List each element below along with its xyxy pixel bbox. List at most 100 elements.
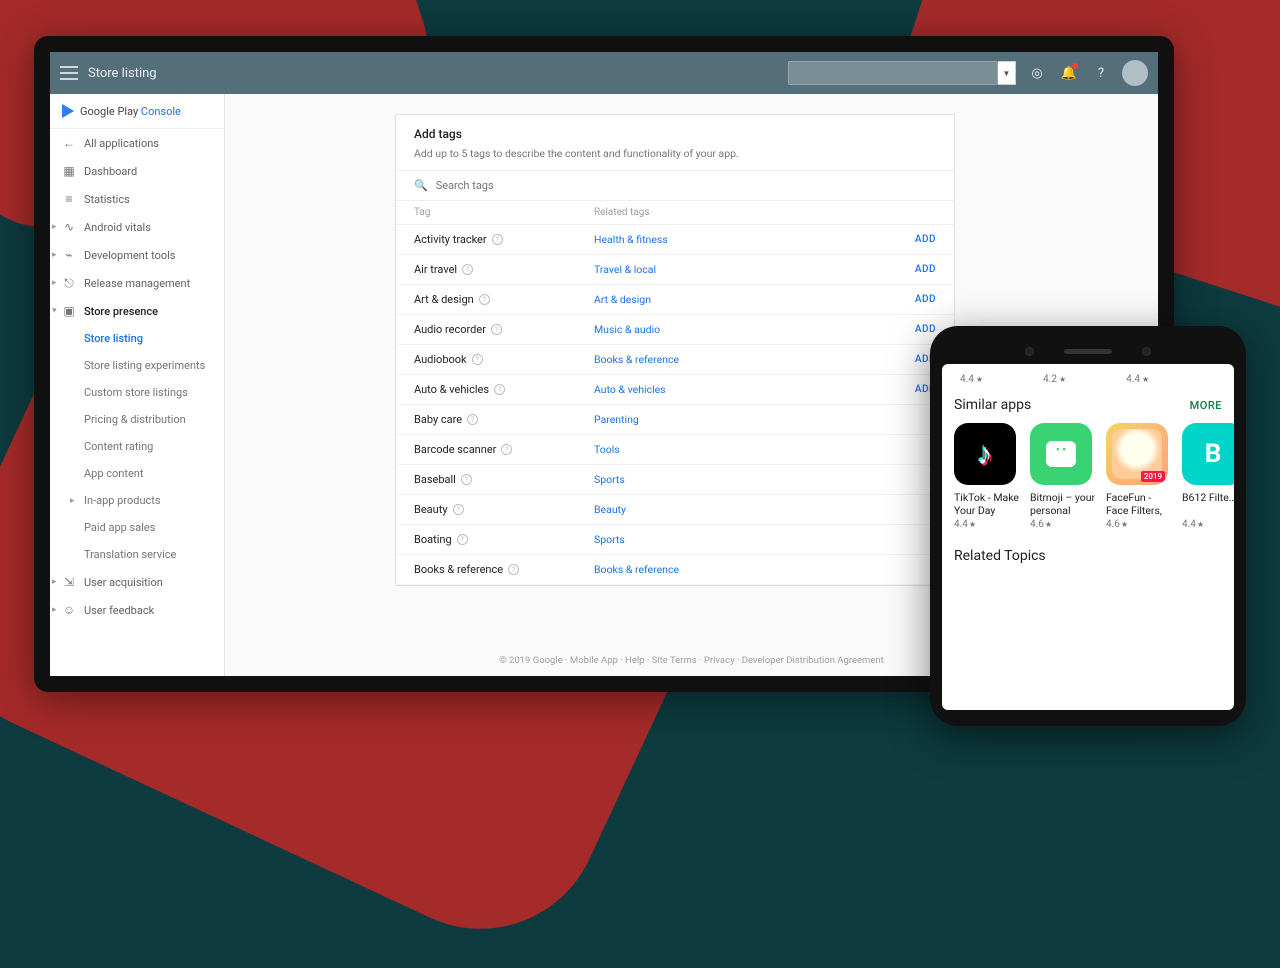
related-tag-link[interactable]: Music & audio	[594, 323, 915, 336]
tag-name: Audiobook ?	[414, 353, 594, 366]
phone-frame: 4.4 4.2 4.4 Similar apps MORE TikTok - M…	[930, 326, 1246, 726]
tag-name: Boating ?	[414, 533, 594, 546]
nav-user-feedback[interactable]: ▸☺User feedback	[50, 596, 224, 624]
tag-row: Audio recorder ?Music & audioADD	[396, 315, 954, 345]
related-tag-link[interactable]: Beauty	[594, 503, 936, 516]
bell-icon[interactable]: 🔔	[1058, 62, 1080, 84]
related-topics-title: Related Topics	[954, 548, 1222, 564]
app-b612[interactable]: B B612 Filte... 4.4	[1182, 423, 1234, 530]
bitmoji-icon	[1030, 423, 1092, 485]
nav-vitals[interactable]: ▸∿Android vitals	[50, 213, 224, 241]
similar-apps-title: Similar apps	[954, 397, 1031, 413]
tag-row: Boating ?Sports	[396, 525, 954, 555]
tag-name: Audio recorder ?	[414, 323, 594, 336]
tag-row: Books & reference ?Books & reference	[396, 555, 954, 585]
nav-dev-tools[interactable]: ▸⌁Development tools	[50, 241, 224, 269]
related-tag-link[interactable]: Parenting	[594, 413, 936, 426]
help-icon[interactable]: ?	[1090, 62, 1112, 84]
add-tag-button[interactable]: ADD	[915, 264, 936, 275]
nav-inapp[interactable]: ▸In-app products	[50, 487, 224, 514]
nav-store-listing[interactable]: Store listing	[50, 325, 224, 352]
info-icon[interactable]: ?	[508, 564, 519, 575]
info-icon[interactable]: ?	[479, 294, 490, 305]
back-arrow-icon: ←	[62, 136, 76, 150]
th-related: Related tags	[594, 207, 936, 218]
nav-custom-listings[interactable]: Custom store listings	[50, 379, 224, 406]
tags-table-body: Activity tracker ?Health & fitnessADDAir…	[396, 225, 954, 585]
add-tag-button[interactable]: ADD	[915, 234, 936, 245]
related-tag-link[interactable]: Travel & local	[594, 263, 915, 276]
nav-statistics[interactable]: ≡Statistics	[50, 185, 224, 213]
add-tag-button[interactable]: ADD	[915, 324, 936, 335]
tags-table-header: Tag Related tags	[396, 200, 954, 225]
info-icon[interactable]: ?	[472, 354, 483, 365]
tag-name: Air travel ?	[414, 263, 594, 276]
card-title: Add tags	[414, 127, 936, 141]
vitals-icon: ∿	[62, 220, 76, 234]
info-icon[interactable]: ?	[494, 384, 505, 395]
app-bitmoji[interactable]: Bitmoji – your personal emoji 4.6	[1030, 423, 1096, 530]
info-icon[interactable]: ?	[491, 324, 502, 335]
info-icon[interactable]: ?	[501, 444, 512, 455]
info-icon[interactable]: ?	[467, 414, 478, 425]
nav-user-acq[interactable]: ▸⇲User acquisition	[50, 568, 224, 596]
nav-paid-sales[interactable]: Paid app sales	[50, 514, 224, 541]
nav-pricing[interactable]: Pricing & distribution	[50, 406, 224, 433]
app-selector-input[interactable]	[788, 61, 998, 85]
info-icon[interactable]: ?	[453, 504, 464, 515]
related-tag-link[interactable]: Tools	[594, 443, 936, 456]
info-icon[interactable]: ?	[461, 474, 472, 485]
related-tag-link[interactable]: Auto & vehicles	[594, 383, 915, 396]
tag-row: Air travel ?Travel & localADD	[396, 255, 954, 285]
app-facefun[interactable]: FaceFun - Face Filters, Selfie E... 4.6	[1106, 423, 1172, 530]
avatar[interactable]	[1122, 60, 1148, 86]
related-tag-link[interactable]: Sports	[594, 533, 936, 546]
related-tag-link[interactable]: Books & reference	[594, 563, 936, 576]
nav-all-apps[interactable]: ←All applications	[50, 129, 224, 157]
nav-store-presence[interactable]: ▾▣Store presence	[50, 297, 224, 325]
nav-translation[interactable]: Translation service	[50, 541, 224, 568]
tag-row: Beauty ?Beauty	[396, 495, 954, 525]
add-tags-card: Add tags Add up to 5 tags to describe th…	[395, 114, 955, 586]
related-tag-link[interactable]: Art & design	[594, 293, 915, 306]
related-tag-link[interactable]: Books & reference	[594, 353, 915, 366]
tag-name: Beauty ?	[414, 503, 594, 516]
tiktok-icon	[954, 423, 1016, 485]
facefun-icon	[1106, 423, 1168, 485]
app-selector-dropdown[interactable]: ▼	[998, 61, 1016, 85]
menu-icon[interactable]	[60, 66, 78, 80]
target-icon[interactable]: ◎	[1026, 62, 1048, 84]
add-tag-button[interactable]: ADD	[915, 294, 936, 305]
related-tag-link[interactable]: Sports	[594, 473, 936, 486]
card-subtitle: Add up to 5 tags to describe the content…	[414, 147, 936, 160]
search-icon: 🔍	[414, 179, 428, 192]
tag-row: Barcode scanner ?Tools	[396, 435, 954, 465]
nav-app-content[interactable]: App content	[50, 460, 224, 487]
tag-name: Art & design ?	[414, 293, 594, 306]
logo[interactable]: Google Play Console	[50, 94, 224, 129]
tag-name: Books & reference ?	[414, 563, 594, 576]
similar-apps-row[interactable]: TikTok - Make Your Day 4.4 Bitmoji – you…	[954, 423, 1222, 530]
nav-content-rating[interactable]: Content rating	[50, 433, 224, 460]
tag-search-input[interactable]	[436, 179, 936, 192]
related-tag-link[interactable]: Health & fitness	[594, 233, 915, 246]
info-icon[interactable]: ?	[457, 534, 468, 545]
nav-experiments[interactable]: Store listing experiments	[50, 352, 224, 379]
nav-release[interactable]: ▸⎋Release management	[50, 269, 224, 297]
info-icon[interactable]: ?	[462, 264, 473, 275]
info-icon[interactable]: ?	[492, 234, 503, 245]
play-logo-icon	[62, 104, 74, 118]
tag-name: Barcode scanner ?	[414, 443, 594, 456]
tag-name: Activity tracker ?	[414, 233, 594, 246]
dashboard-icon: ▦	[62, 164, 76, 178]
tag-name: Auto & vehicles ?	[414, 383, 594, 396]
nav-dashboard[interactable]: ▦Dashboard	[50, 157, 224, 185]
b612-icon: B	[1182, 423, 1234, 485]
tag-row: Activity tracker ?Health & fitnessADD	[396, 225, 954, 255]
topbar: Store listing ▼ ◎ 🔔 ?	[50, 52, 1158, 94]
tag-row: Baby care ?Parenting	[396, 405, 954, 435]
tools-icon: ⌁	[62, 248, 76, 262]
more-link[interactable]: MORE	[1190, 399, 1222, 412]
app-tiktok[interactable]: TikTok - Make Your Day 4.4	[954, 423, 1020, 530]
tag-row: Auto & vehicles ?Auto & vehiclesADD	[396, 375, 954, 405]
